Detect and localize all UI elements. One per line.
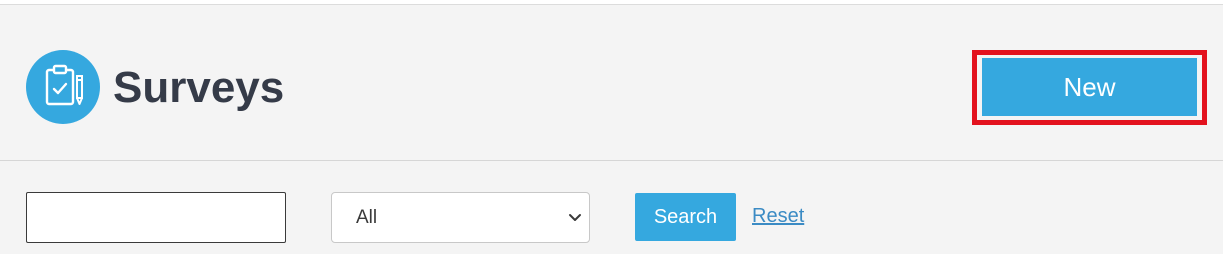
page-title: Surveys bbox=[113, 63, 285, 112]
type-filter-selected-value: All bbox=[356, 207, 378, 228]
clipboard-check-icon bbox=[45, 64, 83, 106]
search-button[interactable]: Search bbox=[635, 193, 736, 241]
reset-link[interactable]: Reset bbox=[752, 204, 804, 228]
filter-bar: All Search Reset bbox=[0, 161, 1223, 254]
surveys-icon-badge bbox=[26, 50, 100, 124]
search-input[interactable] bbox=[26, 192, 286, 243]
new-survey-button[interactable]: New bbox=[982, 58, 1197, 116]
chevron-down-icon bbox=[569, 214, 581, 221]
page-header: Surveys New bbox=[0, 5, 1223, 161]
type-filter-select[interactable]: All bbox=[331, 192, 590, 243]
